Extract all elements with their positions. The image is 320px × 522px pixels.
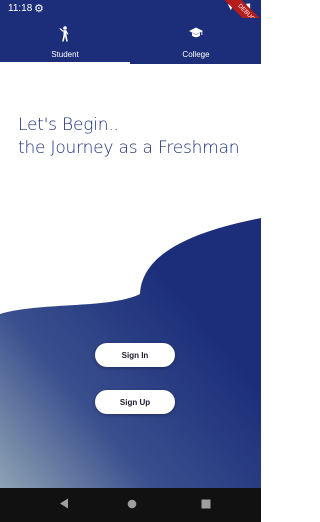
headline-line-2: the Journey as a Freshman: [18, 138, 240, 158]
tab-student[interactable]: Student: [0, 18, 130, 64]
back-button[interactable]: [44, 488, 84, 522]
main-content: Let's Begin.. the Journey as a Freshman …: [0, 64, 261, 488]
status-bar: 11:18 ⚙ ▼◢▮ DEBUG: [0, 0, 261, 41]
sign-up-button[interactable]: Sign Up: [95, 390, 175, 414]
headline-line-1: Let's Begin..: [18, 115, 119, 135]
person-icon: [0, 26, 130, 42]
recents-icon: [201, 496, 211, 514]
status-time: 11:18: [8, 3, 33, 14]
recents-button[interactable]: [186, 488, 226, 522]
sign-in-button[interactable]: Sign In: [95, 343, 175, 367]
app-screen: 11:18 ⚙ ▼◢▮ DEBUG Student: [0, 0, 261, 522]
home-button[interactable]: [112, 488, 152, 522]
tab-student-label: Student: [51, 50, 79, 59]
back-icon: [59, 496, 69, 514]
navigation-bar: [0, 488, 261, 522]
home-icon: [127, 496, 137, 514]
graduation-cap-icon: [131, 26, 261, 42]
tab-bar: Student College: [0, 18, 261, 64]
tab-college[interactable]: College: [131, 18, 261, 64]
page-title: Let's Begin.. the Journey as a Freshman: [18, 114, 240, 160]
tab-college-label: College: [182, 50, 210, 59]
gear-icon: ⚙: [34, 3, 44, 15]
